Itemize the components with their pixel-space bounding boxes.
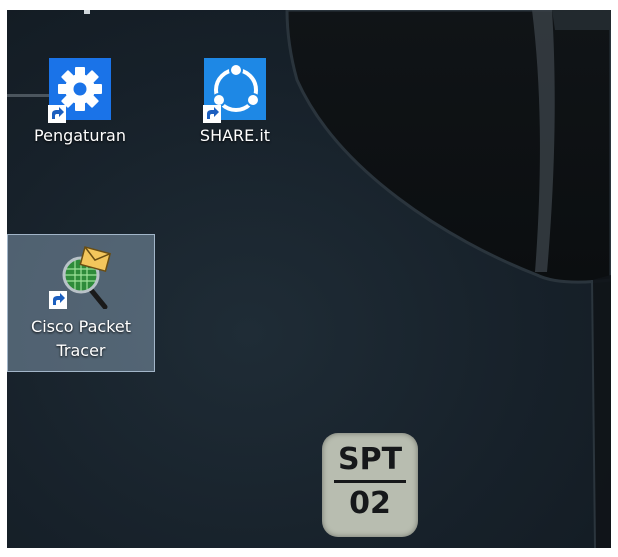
icon-label: Pengaturan [34, 126, 126, 145]
shareit-icon [201, 55, 269, 123]
desktop-icon-shareit[interactable]: SHARE.it [165, 55, 305, 147]
badge-divider [334, 480, 406, 483]
shortcut-arrow-icon [48, 105, 66, 123]
icon-label: SHARE.it [199, 126, 271, 145]
icon-label: Cisco Packet Tracer [31, 317, 131, 360]
badge-top-text: SPT [337, 442, 403, 477]
desktop: Pengaturan SHARE.it Cisco Packet Tracer … [7, 10, 611, 548]
shortcut-arrow-icon [49, 291, 67, 309]
shortcut-arrow-icon [203, 105, 221, 123]
desktop-icon-cisco-packet-tracer[interactable]: Cisco Packet Tracer [7, 234, 155, 372]
cisco-packet-tracer-icon [47, 241, 115, 310]
settings-gear-icon [46, 55, 114, 123]
desktop-icon-pengaturan[interactable]: Pengaturan [10, 55, 150, 147]
badge-bottom-text: 02 [349, 486, 391, 521]
wallpaper-badge: SPT 02 [322, 433, 418, 537]
